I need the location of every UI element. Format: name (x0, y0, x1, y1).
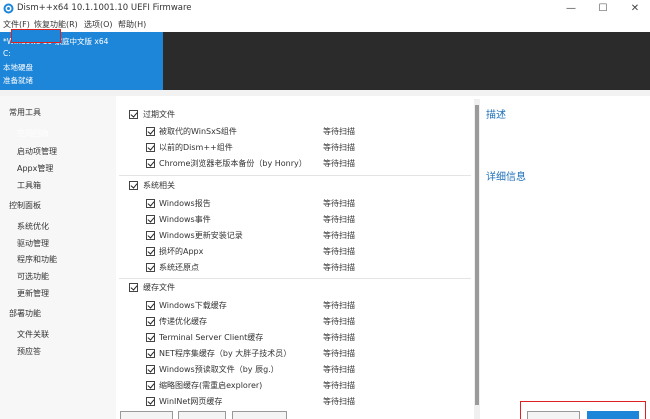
item-status: 等待扫描 (323, 263, 355, 272)
item-label: Windows事件 (159, 215, 211, 224)
dism-app-icon (3, 3, 14, 14)
item-checkbox[interactable] (146, 333, 155, 342)
close-button[interactable]: ✕ (620, 0, 650, 18)
item-status: 等待扫描 (323, 333, 355, 342)
item-status: 等待扫描 (323, 247, 355, 256)
item-label: 被取代的WinSxS组件 (159, 127, 237, 136)
item-checkbox[interactable] (146, 397, 155, 406)
item-label: Windows报告 (159, 199, 211, 208)
menu-bar: 文件(F) 恢复功能(R) 选项(O) 帮助(H) (0, 18, 650, 32)
item-checkbox[interactable] (146, 301, 155, 310)
list-scrollbar-thumb[interactable] (475, 105, 479, 405)
sidebar-item-file-association[interactable]: 文件关联 (17, 329, 49, 340)
sidebar-item-startup-manager[interactable]: 启动项管理 (17, 146, 57, 157)
sidebar-item-space-cleanup[interactable]: 空间回收 (17, 128, 49, 139)
sidebar-item-optional-features[interactable]: 可选功能 (17, 271, 49, 282)
group-separator (119, 175, 471, 176)
item-label: 系统还原点 (159, 263, 199, 272)
item-checkbox[interactable] (146, 381, 155, 390)
group-label-outdated-files: 过期文件 (143, 110, 175, 119)
item-status: 等待扫描 (323, 381, 355, 390)
item-label: 传递优化缓存 (159, 317, 207, 326)
item-label: WinINet网页缓存 (159, 397, 223, 406)
sidebar-item-appx-manager[interactable]: Appx管理 (17, 163, 53, 174)
item-checkbox[interactable] (146, 199, 155, 208)
maximize-button[interactable]: ☐ (588, 0, 618, 18)
item-label: 以前的Dism++组件 (159, 143, 233, 152)
item-label: Windows下载缓存 (159, 301, 227, 310)
item-checkbox[interactable] (146, 365, 155, 374)
item-checkbox[interactable] (146, 127, 155, 136)
sidebar-group-deployment[interactable]: 部署功能 (9, 308, 41, 319)
item-status: 等待扫描 (323, 349, 355, 358)
item-label: NET程序集缓存（by 大胖子技术员） (159, 349, 292, 358)
item-label: 损坏的Appx (159, 247, 204, 256)
item-checkbox[interactable] (146, 215, 155, 224)
drive-letter: C: (3, 49, 11, 58)
item-status: 等待扫描 (323, 301, 355, 310)
item-status: 等待扫描 (323, 231, 355, 240)
menu-help[interactable]: 帮助(H) (118, 19, 146, 30)
item-status: 等待扫描 (323, 143, 355, 152)
minimize-button[interactable]: — (556, 0, 586, 18)
bottom-button-1[interactable] (120, 411, 173, 419)
item-checkbox[interactable] (146, 159, 155, 168)
item-checkbox[interactable] (146, 231, 155, 240)
disk-type: 本地硬盘 (3, 63, 33, 72)
group-checkbox-outdated-files[interactable] (129, 110, 138, 119)
sidebar-item-system-optimize[interactable]: 系统优化 (17, 221, 49, 232)
group-checkbox-system-related[interactable] (129, 181, 138, 190)
right-info-panel (481, 99, 650, 419)
item-status: 等待扫描 (323, 159, 355, 168)
title-bar: Dism++x64 10.1.1001.10 UEFI Firmware — ☐… (0, 0, 650, 18)
group-label-cache-files: 缓存文件 (143, 283, 175, 292)
item-status: 等待扫描 (323, 199, 355, 208)
item-label: Terminal Server Client缓存 (159, 333, 264, 342)
sidebar-group-common-tools[interactable]: 常用工具 (9, 107, 41, 118)
bottom-button-2[interactable] (178, 411, 226, 419)
group-checkbox-cache-files[interactable] (129, 283, 138, 292)
sidebar-item-toolbox[interactable]: 工具箱 (17, 180, 41, 191)
sidebar-selected-highlight (11, 29, 61, 43)
details-heading: 详细信息 (486, 172, 526, 183)
sidebar-item-driver-manager[interactable]: 驱动管理 (17, 238, 49, 249)
item-status: 等待扫描 (323, 215, 355, 224)
item-checkbox[interactable] (146, 143, 155, 152)
item-label: 缩略图缓存(需重启explorer) (159, 381, 263, 390)
bottom-button-3[interactable] (232, 411, 287, 419)
item-status: 等待扫描 (323, 317, 355, 326)
window-title: Dism++x64 10.1.1001.10 UEFI Firmware (17, 3, 192, 13)
item-status: 等待扫描 (323, 127, 355, 136)
highlight-annotation-box (520, 401, 646, 419)
item-label: Chrome浏览器老版本备份（by Honry） (159, 159, 307, 168)
item-checkbox[interactable] (146, 263, 155, 272)
item-label: Windows预读取文件（by 辰g.） (159, 365, 279, 374)
item-checkbox[interactable] (146, 349, 155, 358)
session-list-area (163, 32, 650, 90)
item-status: 等待扫描 (323, 365, 355, 374)
sidebar-group-control-panel[interactable]: 控制面板 (9, 200, 41, 211)
sidebar-item-update-manager[interactable]: 更新管理 (17, 288, 49, 299)
item-checkbox[interactable] (146, 247, 155, 256)
item-status: 等待扫描 (323, 397, 355, 406)
menu-options[interactable]: 选项(O) (84, 19, 113, 30)
item-checkbox[interactable] (146, 317, 155, 326)
session-status: 准备就绪 (3, 76, 33, 85)
group-separator (119, 278, 471, 279)
item-label: Windows更新安装记录 (159, 231, 243, 240)
description-heading: 描述 (486, 110, 506, 121)
sidebar-item-programs-features[interactable]: 程序和功能 (17, 254, 57, 265)
sidebar-item-answer-file[interactable]: 预应答 (17, 346, 41, 357)
group-label-system-related: 系统相关 (143, 181, 175, 190)
